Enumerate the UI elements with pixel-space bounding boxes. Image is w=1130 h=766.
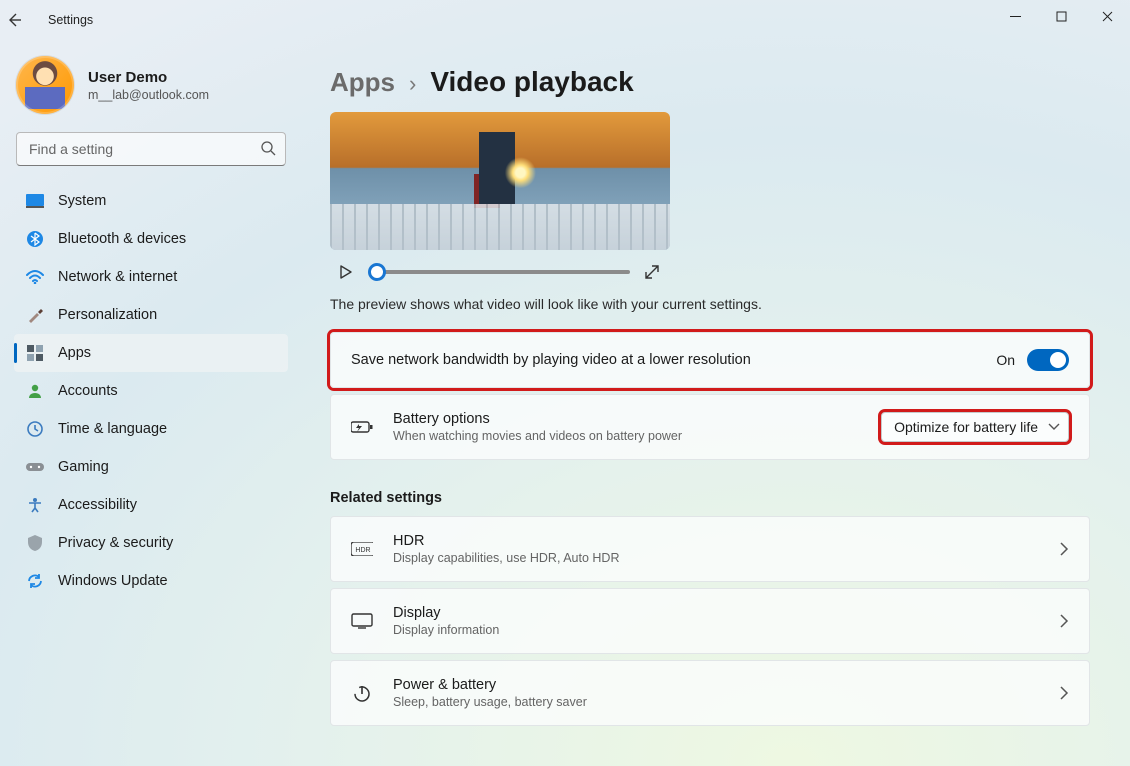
battery-icon <box>351 420 373 434</box>
hdr-icon: HDR <box>351 542 373 556</box>
chevron-right-icon <box>1059 542 1069 556</box>
sidebar: User Demo m__lab@outlook.com System Blue… <box>0 40 300 766</box>
related-title: Display <box>393 605 1039 621</box>
maximize-button[interactable] <box>1038 0 1084 32</box>
nav-label: Apps <box>58 345 91 361</box>
nav-label: Time & language <box>58 421 167 437</box>
sidebar-item-network[interactable]: Network & internet <box>14 258 288 296</box>
nav-label: System <box>58 193 106 209</box>
titlebar: Settings <box>0 0 1130 40</box>
battery-subtitle: When watching movies and videos on batte… <box>393 429 861 443</box>
apps-icon <box>26 344 44 362</box>
main-panel: Apps › Video playback The preview shows … <box>300 40 1130 766</box>
accessibility-icon <box>26 496 44 514</box>
toggle-state-text: On <box>996 352 1015 368</box>
sidebar-item-time[interactable]: Time & language <box>14 410 288 448</box>
sidebar-item-privacy[interactable]: Privacy & security <box>14 524 288 562</box>
sidebar-item-system[interactable]: System <box>14 182 288 220</box>
breadcrumb-parent[interactable]: Apps <box>330 67 395 98</box>
breadcrumb: Apps › Video playback <box>330 66 1090 98</box>
system-icon <box>26 192 44 210</box>
related-subtitle: Sleep, battery usage, battery saver <box>393 695 1039 709</box>
user-block[interactable]: User Demo m__lab@outlook.com <box>16 56 284 114</box>
related-heading: Related settings <box>330 490 1090 506</box>
related-subtitle: Display capabilities, use HDR, Auto HDR <box>393 551 1039 565</box>
setting-battery: Battery options When watching movies and… <box>330 394 1090 460</box>
nav-label: Bluetooth & devices <box>58 231 186 247</box>
wifi-icon <box>26 268 44 286</box>
chevron-right-icon: › <box>409 71 416 97</box>
dropdown-value: Optimize for battery life <box>894 419 1038 435</box>
preview-thumbnail[interactable] <box>330 112 670 250</box>
scrubber-track[interactable] <box>370 270 630 274</box>
nav-label: Accounts <box>58 383 118 399</box>
nav-label: Gaming <box>58 459 109 475</box>
sidebar-item-apps[interactable]: Apps <box>14 334 288 372</box>
page-title: Video playback <box>430 66 633 98</box>
close-button[interactable] <box>1084 0 1130 32</box>
battery-title: Battery options <box>393 411 861 427</box>
search-wrap <box>16 132 286 166</box>
nav-label: Privacy & security <box>58 535 173 551</box>
person-icon <box>26 382 44 400</box>
setting-bandwidth: Save network bandwidth by playing video … <box>330 332 1090 388</box>
display-icon <box>351 613 373 629</box>
avatar <box>16 56 74 114</box>
bandwidth-toggle[interactable] <box>1027 349 1069 371</box>
chevron-right-icon <box>1059 686 1069 700</box>
bluetooth-icon <box>26 230 44 248</box>
search-icon <box>260 140 276 156</box>
sidebar-item-bluetooth[interactable]: Bluetooth & devices <box>14 220 288 258</box>
sidebar-item-accessibility[interactable]: Accessibility <box>14 486 288 524</box>
bandwidth-label: Save network bandwidth by playing video … <box>351 352 976 368</box>
play-button[interactable] <box>338 264 356 280</box>
related-hdr[interactable]: HDR HDR Display capabilities, use HDR, A… <box>330 516 1090 582</box>
video-preview <box>330 112 670 294</box>
shield-icon <box>26 534 44 552</box>
fullscreen-button[interactable] <box>644 264 662 280</box>
nav-label: Personalization <box>58 307 157 323</box>
nav: System Bluetooth & devices Network & int… <box>14 182 288 600</box>
user-email: m__lab@outlook.com <box>88 88 209 102</box>
sidebar-item-update[interactable]: Windows Update <box>14 562 288 600</box>
nav-label: Accessibility <box>58 497 137 513</box>
gamepad-icon <box>26 458 44 476</box>
nav-label: Windows Update <box>58 573 168 589</box>
window-title: Settings <box>48 13 93 27</box>
related-subtitle: Display information <box>393 623 1039 637</box>
battery-dropdown[interactable]: Optimize for battery life <box>881 412 1069 442</box>
user-name: User Demo <box>88 69 209 86</box>
brush-icon <box>26 306 44 324</box>
update-icon <box>26 572 44 590</box>
nav-label: Network & internet <box>58 269 177 285</box>
chevron-right-icon <box>1059 614 1069 628</box>
chevron-down-icon <box>1048 423 1060 431</box>
window-controls <box>992 0 1130 32</box>
related-display[interactable]: Display Display information <box>330 588 1090 654</box>
search-input[interactable] <box>16 132 286 166</box>
minimize-button[interactable] <box>992 0 1038 32</box>
sidebar-item-personalization[interactable]: Personalization <box>14 296 288 334</box>
scrubber-thumb[interactable] <box>368 263 386 281</box>
preview-caption: The preview shows what video will look l… <box>330 296 870 312</box>
related-power[interactable]: Power & battery Sleep, battery usage, ba… <box>330 660 1090 726</box>
sidebar-item-gaming[interactable]: Gaming <box>14 448 288 486</box>
sidebar-item-accounts[interactable]: Accounts <box>14 372 288 410</box>
back-button[interactable] <box>6 12 40 28</box>
power-icon <box>351 684 373 702</box>
svg-text:HDR: HDR <box>355 547 370 554</box>
related-title: Power & battery <box>393 677 1039 693</box>
clock-icon <box>26 420 44 438</box>
related-title: HDR <box>393 533 1039 549</box>
